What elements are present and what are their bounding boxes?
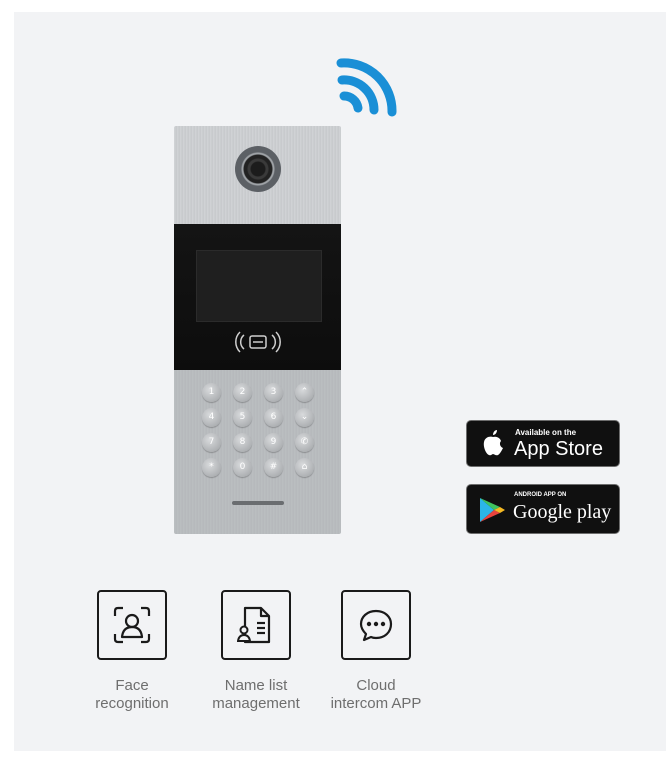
app-store-small-text: Available on the: [515, 428, 577, 437]
google-play-button[interactable]: ANDROID APP ON Google play: [466, 484, 620, 534]
keypad-key[interactable]: ⌃: [295, 383, 314, 402]
keypad-key[interactable]: 0: [233, 458, 252, 477]
feature-icon-box: [97, 590, 167, 660]
name-list-icon: [237, 606, 271, 644]
speaker-grille: [232, 501, 284, 505]
wifi-icon: [336, 58, 397, 117]
google-play-icon: [480, 498, 505, 522]
apple-icon: [483, 430, 503, 456]
chat-bubble-icon: [359, 609, 393, 642]
feature-label: Cloud intercom APP: [330, 677, 422, 712]
intercom-device: 1 2 3 ⌃ 4 5 6 ⌄ 7 8 9 ✆ * 0 # ⌂: [174, 126, 341, 534]
device-display-panel: [174, 224, 341, 370]
keypad-key[interactable]: ⌂: [295, 458, 314, 477]
camera-lens: [235, 146, 281, 192]
face-recognition-icon: [113, 606, 151, 644]
keypad-key[interactable]: 2: [233, 383, 252, 402]
keypad-key[interactable]: 1: [202, 383, 221, 402]
google-play-small-text: ANDROID APP ON: [514, 492, 567, 498]
keypad-panel: 1 2 3 ⌃ 4 5 6 ⌄ 7 8 9 ✆ * 0 # ⌂: [174, 370, 341, 534]
keypad-key[interactable]: 8: [233, 433, 252, 452]
rfid-card-icon: [235, 331, 281, 353]
app-store-big-text: App Store: [514, 438, 603, 460]
keypad-key[interactable]: 4: [202, 408, 221, 427]
keypad-key[interactable]: ⌄: [295, 408, 314, 427]
device-top-panel: [174, 126, 341, 224]
keypad-key[interactable]: 3: [264, 383, 283, 402]
keypad-key[interactable]: ✆: [295, 433, 314, 452]
keypad-key[interactable]: 9: [264, 433, 283, 452]
keypad-key[interactable]: 5: [233, 408, 252, 427]
feature-label: Name list management: [212, 677, 300, 712]
keypad-key[interactable]: #: [264, 458, 283, 477]
keypad-key[interactable]: *: [202, 458, 221, 477]
app-store-button[interactable]: Available on the App Store: [466, 420, 620, 467]
feature-label: Face recognition: [95, 677, 169, 712]
device-screen: [196, 250, 322, 322]
keypad-key[interactable]: 6: [264, 408, 283, 427]
keypad-key[interactable]: 7: [202, 433, 221, 452]
google-play-big-text: Google play: [513, 501, 612, 523]
feature-icon-box: [341, 590, 411, 660]
feature-icon-box: [221, 590, 291, 660]
